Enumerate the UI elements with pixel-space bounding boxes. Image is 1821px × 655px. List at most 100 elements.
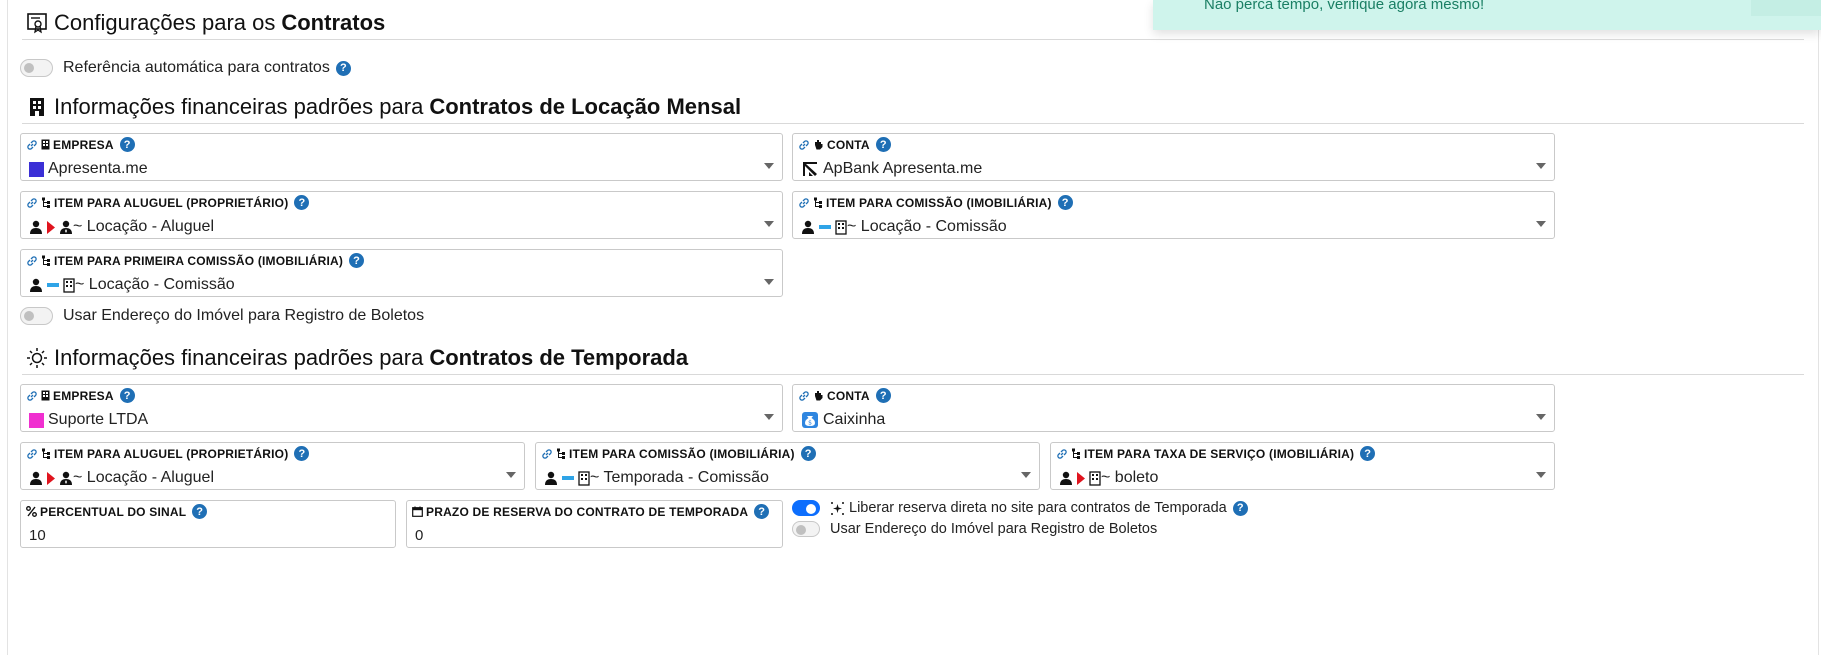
sun-icon <box>24 345 50 371</box>
season-item-taxa-select[interactable]: ITEM PARA TAXA DE SERVIÇO (IMOBILIÁRIA) … <box>1050 442 1555 490</box>
help-icon[interactable]: ? <box>119 137 135 152</box>
chevron-down-icon[interactable] <box>1021 472 1031 478</box>
label-text: ITEM PARA PRIMEIRA COMISSÃO (IMOBILIÁRIA… <box>54 253 344 268</box>
company-color-swatch <box>29 161 44 177</box>
usar-endereco-label: Usar Endereço do Imóvel para Registro de… <box>63 307 425 324</box>
field-label: EMPRESA ? <box>26 137 135 152</box>
selected-value: $ Caixinha <box>801 411 885 429</box>
help-icon[interactable]: ? <box>800 446 816 461</box>
sitemap-icon <box>41 197 51 208</box>
help-icon[interactable]: ? <box>192 504 208 519</box>
prazo-reserva-input[interactable]: PRAZO DE RESERVA DO CONTRATO DE TEMPORAD… <box>406 500 783 548</box>
value-text: ~ Locação - Comissão <box>847 218 1007 235</box>
season-title-prefix: Informações financeiras padrões para <box>54 345 424 370</box>
value-text: ~ Locação - Aluguel <box>73 469 214 486</box>
chevron-down-icon[interactable] <box>764 163 774 169</box>
liberar-reserva-toggle[interactable] <box>792 500 820 516</box>
building-icon <box>41 139 50 150</box>
link-icon <box>798 390 810 402</box>
chevron-down-icon[interactable] <box>764 414 774 420</box>
link-icon <box>26 448 38 460</box>
monthly-item-aluguel-select[interactable]: ITEM PARA ALUGUEL (PROPRIETÁRIO) ? ~ Loc… <box>20 191 783 239</box>
input-value[interactable]: 10 <box>29 527 46 544</box>
chevron-down-icon[interactable] <box>1536 163 1546 169</box>
value-text: Suporte LTDA <box>48 411 149 428</box>
auto-reference-toggle[interactable] <box>20 59 53 77</box>
chevron-down-icon[interactable] <box>764 279 774 285</box>
help-icon[interactable]: ? <box>119 388 135 403</box>
link-icon <box>26 255 38 267</box>
contracts-title-prefix: Configurações para os <box>54 10 276 35</box>
value-text: Apresenta.me <box>48 160 148 177</box>
auto-reference-label: Referência automática para contratos <box>63 59 330 76</box>
season-item-aluguel-select[interactable]: ITEM PARA ALUGUEL (PROPRIETÁRIO) ? ~ Loc… <box>20 442 525 490</box>
season-section-title: Informações financeiras padrões para Con… <box>24 345 688 371</box>
sitemap-icon <box>1071 448 1081 459</box>
value-text: ~ Locação - Comissão <box>75 276 235 293</box>
selected-value: ~ Locação - Comissão <box>29 276 235 294</box>
link-icon <box>1056 448 1068 460</box>
chevron-down-icon[interactable] <box>1536 221 1546 227</box>
contracts-title-bold: Contratos <box>281 10 386 35</box>
calendar-icon <box>412 506 423 517</box>
input-value[interactable]: 0 <box>415 527 423 544</box>
season-empresa-select[interactable]: EMPRESA ? Suporte LTDA <box>20 384 783 432</box>
selected-value: ~ Locação - Aluguel <box>29 469 214 487</box>
help-icon[interactable]: ? <box>335 60 351 76</box>
sitemap-icon <box>41 448 51 459</box>
help-icon[interactable]: ? <box>875 388 891 403</box>
monthly-usar-endereco-toggle[interactable] <box>20 307 53 325</box>
help-icon[interactable]: ? <box>754 504 770 519</box>
caret-right-icon <box>1077 471 1085 485</box>
company-color-swatch <box>29 412 44 428</box>
chevron-down-icon[interactable] <box>506 472 516 478</box>
minus-icon <box>47 283 59 287</box>
help-icon[interactable]: ? <box>1232 500 1248 516</box>
selected-value: ~ Locação - Comissão <box>801 218 1007 236</box>
percentual-sinal-input[interactable]: PERCENTUAL DO SINAL ? 10 <box>20 500 396 548</box>
monthly-item-comissao-select[interactable]: ITEM PARA COMISSÃO (IMOBILIÁRIA) ? ~ Loc… <box>792 191 1555 239</box>
toast-close-area[interactable] <box>1751 0 1821 16</box>
value-text: ~ boleto <box>1101 469 1159 486</box>
label-text: ITEM PARA ALUGUEL (PROPRIETÁRIO) <box>54 446 289 461</box>
chevron-down-icon[interactable] <box>1536 472 1546 478</box>
season-conta-select[interactable]: CONTA ? $ Caixinha <box>792 384 1555 432</box>
selected-value: Apresenta.me <box>29 160 148 178</box>
monthly-usar-endereco-row: Usar Endereço do Imóvel para Registro de… <box>20 307 424 325</box>
chevron-down-icon[interactable] <box>1536 414 1546 420</box>
field-label: ITEM PARA TAXA DE SERVIÇO (IMOBILIÁRIA) … <box>1056 446 1376 461</box>
label-text: CONTA <box>827 388 870 403</box>
sparkle-icon <box>830 501 845 516</box>
usar-endereco-label: Usar Endereço do Imóvel para Registro de… <box>830 521 1158 537</box>
svg-text:$: $ <box>808 420 812 427</box>
monthly-conta-select[interactable]: CONTA ? ApBank Apresenta.me <box>792 133 1555 181</box>
building-icon <box>41 390 50 401</box>
sitemap-icon <box>41 255 51 266</box>
field-label: CONTA ? <box>798 388 891 403</box>
monthly-empresa-select[interactable]: EMPRESA ? Apresenta.me <box>20 133 783 181</box>
building-icon <box>835 219 847 235</box>
divider <box>22 123 1804 124</box>
monthly-section-title: Informações financeiras padrões para Con… <box>24 94 741 120</box>
left-border <box>7 0 8 655</box>
season-usar-endereco-toggle[interactable] <box>792 521 820 537</box>
link-icon <box>26 390 38 402</box>
monthly-item-primeira-comissao-select[interactable]: ITEM PARA PRIMEIRA COMISSÃO (IMOBILIÁRIA… <box>20 249 783 297</box>
help-icon[interactable]: ? <box>1057 195 1073 210</box>
field-label: EMPRESA ? <box>26 388 135 403</box>
help-icon[interactable]: ? <box>875 137 891 152</box>
certificate-icon <box>24 10 50 36</box>
link-icon <box>798 139 810 151</box>
help-icon[interactable]: ? <box>349 253 365 268</box>
help-icon[interactable]: ? <box>1360 446 1376 461</box>
building-icon <box>1089 470 1101 486</box>
help-icon[interactable]: ? <box>294 446 310 461</box>
season-item-comissao-select[interactable]: ITEM PARA COMISSÃO (IMOBILIÁRIA) ? ~ Tem… <box>535 442 1040 490</box>
chevron-down-icon[interactable] <box>764 221 774 227</box>
help-icon[interactable]: ? <box>294 195 310 210</box>
hand-icon <box>813 390 824 401</box>
field-label: CONTA ? <box>798 137 891 152</box>
notification-toast[interactable]: Não perca tempo, verifique agora mesmo! <box>1153 0 1821 30</box>
field-label: PERCENTUAL DO SINAL ? <box>26 504 208 519</box>
selected-value: ~ Locação - Aluguel <box>29 218 214 236</box>
